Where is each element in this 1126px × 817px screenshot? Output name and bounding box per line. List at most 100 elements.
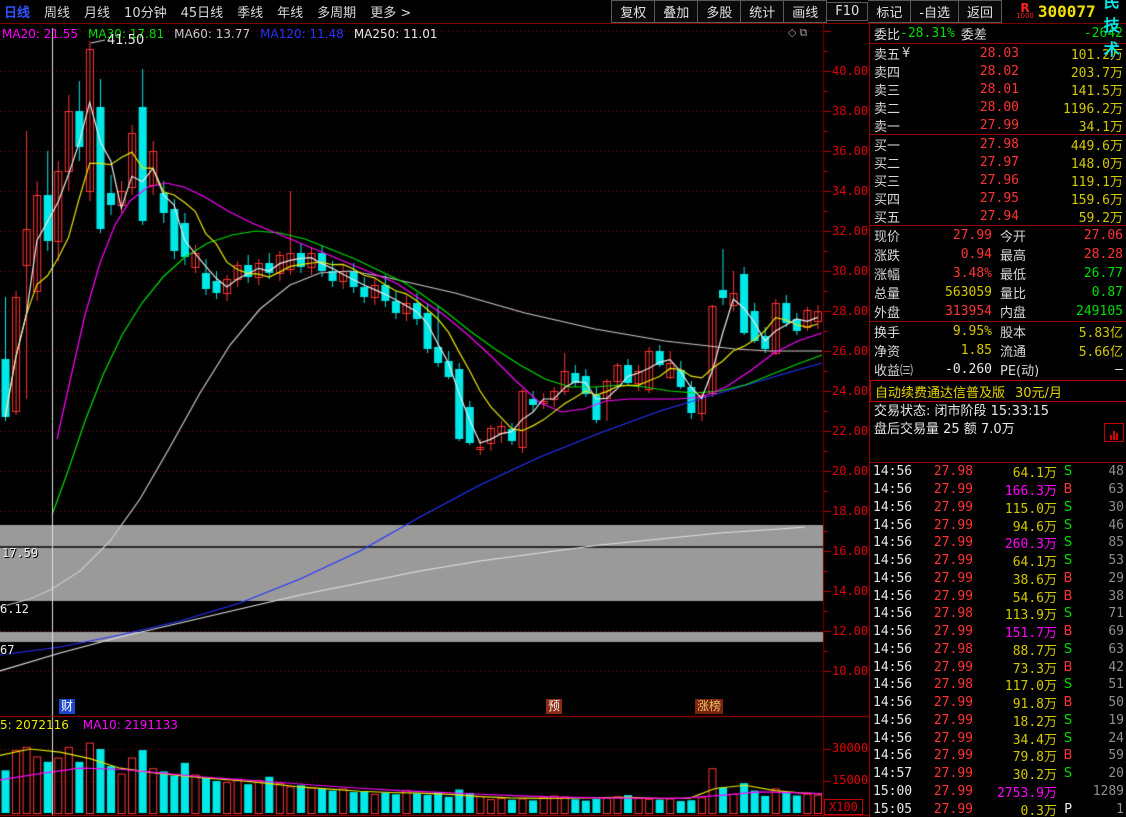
diamond-icon[interactable]: ◇ <box>788 26 799 39</box>
bid-row: 买一 27.98 449.6万 <box>874 136 1123 154</box>
stat-row: 涨幅 3.48% 最低 26.77 <box>874 266 1123 283</box>
stat-row: 换手 9.95% 股本 5.83亿 <box>874 324 1123 341</box>
price-axis-label: 14.00 <box>832 584 869 598</box>
bid-levels: 买一 27.98 449.6万 买二 27.97 148.0万 买三 27.96 119.1万买… <box>870 134 1126 226</box>
logo-r: R <box>1020 0 1030 15</box>
price-axis-label: 36.00 <box>832 144 869 158</box>
stock-name: 国民技术 <box>1103 0 1122 59</box>
ask-row: 卖三 28.01 141.5万 <box>874 81 1123 99</box>
toolbar-button-复权[interactable]: 复权 <box>611 0 656 23</box>
weibi-label: 委比 <box>874 28 901 43</box>
transaction-row: 15:00 27.99 2753.9万 1289 <box>873 783 1124 801</box>
trade-status-block: 交易状态: 闭市阶段 15:33:15 盘后交易量 25 额 7.0万 <box>870 402 1126 442</box>
price-axis-label: 24.00 <box>832 384 869 398</box>
promo-price: 30元/月 <box>1015 385 1062 401</box>
tab-1[interactable]: 周线 <box>44 2 70 21</box>
tab-5[interactable]: 季线 <box>237 2 263 21</box>
price-axis-label: 40.00 <box>832 64 869 78</box>
vol-ma5-label: 5: 2072116 <box>0 718 69 732</box>
price-axis-label: 22.00 <box>832 424 869 438</box>
transaction-row: 14:56 27.99 91.8万 B 50 <box>873 695 1124 713</box>
fundamental-stats: 换手 9.95% 股本 5.83亿 净资 1.85 流通 5.66亿 收益㈢ -0.260 PE(动… <box>870 321 1126 379</box>
logo-1000: 1000 <box>1016 11 1034 20</box>
tick-transaction-list[interactable]: 14:56 27.98 64.1万 S 48 14:56 27.99 166.3万 B 63 14:… <box>870 462 1126 817</box>
vol-ma10-label: MA10: 2191133 <box>82 718 178 732</box>
tab-8[interactable]: 更多 > <box>370 2 411 21</box>
volume-axis-label: 15000 <box>832 773 869 787</box>
stat-row: 外盘 313954 内盘 249105 <box>874 304 1123 321</box>
trade-status-line: 交易状态: 闭市阶段 15:33:15 <box>874 404 1050 419</box>
transaction-row: 14:56 27.99 34.4万 S 24 <box>873 730 1124 748</box>
tab-3[interactable]: 10分钟 <box>124 2 167 21</box>
toolbar-button-统计[interactable]: 统计 <box>741 0 785 23</box>
r1000-logo-icon: R 1000 <box>1016 0 1034 20</box>
event-tag-预[interactable]: 预 <box>546 699 563 714</box>
bid-row: 买三 27.96 119.1万 <box>874 172 1123 190</box>
event-tag-财[interactable]: 财 <box>59 699 76 714</box>
weibi-value: -28.31% <box>900 26 955 41</box>
transaction-row: 14:56 27.98 64.1万 S 48 <box>873 464 1124 482</box>
toolbar-buttons: 复权 叠加 多股 统计 画线 F10 标记 -自选 返回 <box>611 0 1003 23</box>
toolbar-button-F10[interactable]: F10 <box>827 2 869 21</box>
period-tabs: 日线 周线 月线 10分钟 45日线 季线 年线 多周期 更多 > <box>0 2 411 21</box>
copy-icon[interactable]: ⧉ <box>799 26 810 39</box>
tab-daily-active[interactable]: 日线 <box>4 2 30 21</box>
band-price-label: 17.59 <box>2 546 39 560</box>
quote-panel: 委比 -28.31% 委差 -2642 卖五 ¥28.03 101.2万 卖四 28.0… <box>869 24 1126 817</box>
stat-row: 涨跌 0.94 最高 28.28 <box>874 247 1123 264</box>
transaction-row: 15:05 27.99 0.3万 P 1 <box>873 801 1124 817</box>
ask-row: 卖五 ¥28.03 101.2万 <box>874 45 1123 63</box>
toolbar-button--自选[interactable]: -自选 <box>911 0 960 23</box>
top-menu-bar: 日线 周线 月线 10分钟 45日线 季线 年线 多周期 更多 > 复权 叠加 多股 统计 画线 F10 标… <box>0 0 1126 59</box>
price-axis-label: 26.00 <box>832 344 869 358</box>
toolbar-button-返回[interactable]: 返回 <box>959 0 1003 23</box>
transaction-row: 14:56 27.99 151.7万 B 69 <box>873 624 1124 642</box>
stat-row: 总量 563059 量比 0.87 <box>874 285 1123 302</box>
volume-ma-labels: 5: 2072116 MA10: 2191133 <box>0 718 178 732</box>
event-tag-涨榜[interactable]: 涨榜 <box>695 699 724 714</box>
promo-text: 自动续费通达信普及版 <box>875 385 1006 401</box>
band-price-label: 67 <box>0 643 15 657</box>
bid-row: 买五 27.94 59.2万 <box>874 208 1123 226</box>
toolbar-button-画线[interactable]: 画线 <box>784 0 828 23</box>
chart-corner-icons[interactable]: ◇⧉ <box>788 26 810 40</box>
weicha-label: 委差 <box>960 28 987 43</box>
transaction-row: 14:56 27.99 115.0万 S 30 <box>873 499 1124 517</box>
ask-row: 卖四 28.02 203.7万 <box>874 63 1123 81</box>
transaction-row: 14:56 27.99 94.6万 S 46 <box>873 517 1124 535</box>
transaction-row: 14:56 27.98 88.7万 S 63 <box>873 641 1124 659</box>
price-axis-label: 18.00 <box>832 504 869 518</box>
ask-row: 卖二 28.00 1196.2万 <box>874 99 1123 117</box>
price-axis-label: 20.00 <box>832 464 869 478</box>
price-axis-label: 34.00 <box>832 184 869 198</box>
tab-2[interactable]: 月线 <box>84 2 110 21</box>
stock-code: 300077 <box>1037 2 1096 21</box>
tab-7[interactable]: 多周期 <box>317 2 356 21</box>
transaction-row: 14:56 27.99 260.3万 S 85 <box>873 535 1124 553</box>
toolbar-button-叠加[interactable]: 叠加 <box>655 0 699 23</box>
price-axis-label: 12.00 <box>832 624 869 638</box>
weibi-row: 委比 -28.31% 委差 -2642 <box>870 24 1126 43</box>
stat-row: 净资 1.85 流通 5.66亿 <box>874 343 1123 360</box>
transaction-row: 14:56 27.99 38.6万 B 29 <box>873 570 1124 588</box>
bid-row: 买二 27.97 148.0万 <box>874 154 1123 172</box>
volume-unit-label: X100 <box>824 799 863 815</box>
ma-label: MA120: 11.48 <box>260 27 344 41</box>
transaction-row: 14:56 27.99 73.3万 B 42 <box>873 659 1124 677</box>
bid-row: 买四 27.95 159.6万 <box>874 190 1123 208</box>
volume-axis-label: 30000 <box>832 741 869 755</box>
promo-banner[interactable]: 自动续费通达信普及版 30元/月 <box>870 380 1126 402</box>
stat-row: 现价 27.99 今开 27.06 <box>874 228 1123 245</box>
transaction-row: 14:56 27.98 113.9万 S 71 <box>873 606 1124 624</box>
transaction-row: 14:56 27.99 54.6万 B 38 <box>873 588 1124 606</box>
tab-4[interactable]: 45日线 <box>181 2 224 21</box>
price-axis-label: 32.00 <box>832 224 869 238</box>
toolbar-button-多股[interactable]: 多股 <box>698 0 742 23</box>
toolbar-button-标记[interactable]: 标记 <box>868 0 912 23</box>
histogram-icon[interactable] <box>1104 423 1124 442</box>
transaction-row: 14:56 27.99 79.8万 B 59 <box>873 748 1124 766</box>
tab-6[interactable]: 年线 <box>277 2 303 21</box>
ask-levels: 卖五 ¥28.03 101.2万 卖四 28.02 203.7万 卖三 28.01 141.5万… <box>870 43 1126 135</box>
trading-app-window: 日线 周线 月线 10分钟 45日线 季线 年线 多周期 更多 > 复权 叠加 多股 统计 画线 F10 标… <box>0 0 1126 817</box>
price-axis-label: 16.00 <box>832 544 869 558</box>
